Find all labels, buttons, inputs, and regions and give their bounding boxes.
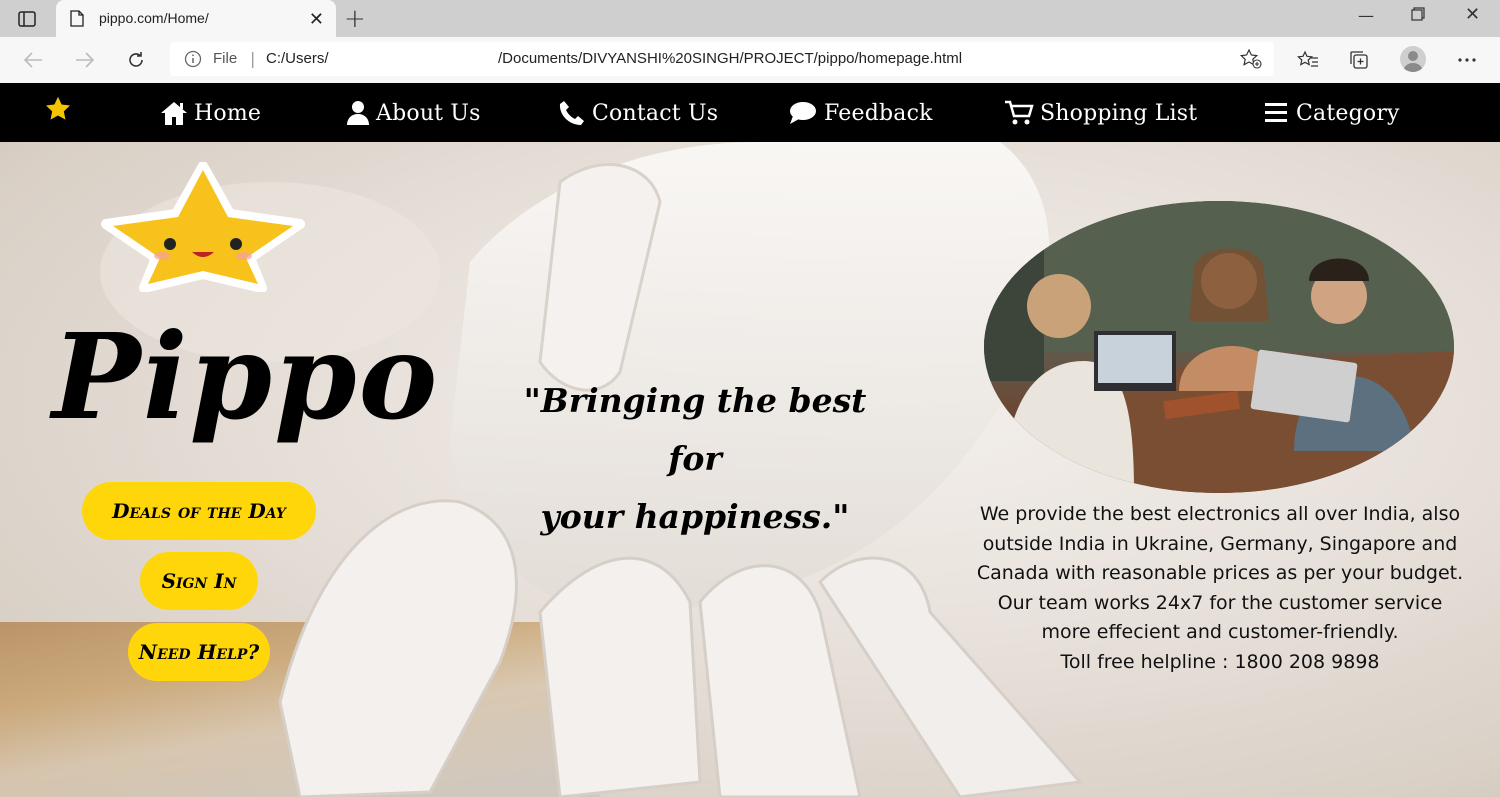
minimize-icon[interactable]: — <box>1358 6 1374 25</box>
mascot-star-logo <box>101 162 305 292</box>
nav-shopping-list-label: Shopping List <box>1040 100 1198 126</box>
browser-tab-bar: pippo.com/Home/ ✕ + — ✕ <box>0 0 1500 37</box>
tagline-line-2: your happiness." <box>540 497 850 536</box>
tab-title: pippo.com/Home/ <box>99 10 209 26</box>
star-icon[interactable] <box>44 95 72 127</box>
about-line: Our team works 24x7 for the customer ser… <box>997 591 1443 614</box>
helpline-line: Toll free helpline : 1800 208 9898 <box>1060 650 1380 673</box>
page-icon <box>70 10 84 31</box>
info-icon[interactable] <box>184 50 202 72</box>
address-bar[interactable]: File | C:/Users/ /Documents/DIVYANSHI%20… <box>170 42 1274 76</box>
deals-of-the-day-button[interactable]: Deals of the Day <box>82 482 316 540</box>
browser-toolbar: File | C:/Users/ /Documents/DIVYANSHI%20… <box>0 37 1500 84</box>
collections-icon[interactable] <box>1346 47 1374 73</box>
about-line: We provide the best electronics all over… <box>979 503 1461 525</box>
close-icon[interactable]: ✕ <box>309 9 324 30</box>
address-separator: | <box>250 49 256 68</box>
nav-about-us[interactable]: About Us <box>346 95 481 131</box>
nav-about-us-label: About Us <box>376 100 481 126</box>
back-icon[interactable] <box>20 47 46 73</box>
hero-section: Pippo Deals of the Day Sign In Need Help… <box>0 142 1500 797</box>
phone-icon <box>558 100 586 126</box>
about-line: Canada with reasonable prices as per you… <box>976 562 1464 585</box>
nav-shopping-list[interactable]: Shopping List <box>1004 95 1197 131</box>
brand-title: Pippo <box>52 307 440 446</box>
browser-tab[interactable]: pippo.com/Home/ ✕ <box>56 0 336 37</box>
scheme-label: File <box>213 50 238 67</box>
home-icon <box>160 100 188 126</box>
restore-icon[interactable] <box>1411 6 1425 25</box>
tagline-line-1: "Bringing the best for <box>523 381 867 478</box>
nav-feedback-label: Feedback <box>824 100 933 126</box>
tab-actions-icon[interactable] <box>10 6 44 32</box>
team-photo <box>984 201 1454 493</box>
window-close-icon[interactable]: ✕ <box>1465 4 1480 25</box>
need-help-button[interactable]: Need Help? <box>128 623 270 681</box>
address-path-end: /Documents/DIVYANSHI%20SINGH/PROJECT/pip… <box>498 50 963 67</box>
tagline: "Bringing the best for your happiness." <box>520 372 870 546</box>
forward-icon[interactable] <box>72 47 98 73</box>
refresh-icon[interactable] <box>123 47 149 73</box>
add-favorite-icon[interactable] <box>1239 48 1262 73</box>
nav-feedback[interactable]: Feedback <box>788 95 933 131</box>
nav-home-label: Home <box>194 100 262 126</box>
about-line: outside India in Ukraine, Germany, Singa… <box>982 532 1458 555</box>
nav-contact-us-label: Contact Us <box>592 100 719 126</box>
about-text: We provide the best electronics all over… <box>970 500 1470 678</box>
address-path-start: C:/Users/ <box>266 50 329 67</box>
favorites-icon[interactable] <box>1294 47 1322 73</box>
sign-in-button[interactable]: Sign In <box>140 552 258 610</box>
cart-icon <box>1004 100 1034 126</box>
nav-home[interactable]: Home <box>160 95 261 131</box>
comment-icon <box>788 100 818 126</box>
nav-category[interactable]: Category <box>1264 95 1400 131</box>
new-tab-icon[interactable]: + <box>344 4 366 34</box>
menu-icon <box>1264 101 1290 125</box>
nav-contact-us[interactable]: Contact Us <box>558 95 718 131</box>
about-line: more effecient and customer-friendly. <box>1041 621 1399 644</box>
user-icon <box>346 100 370 126</box>
site-navbar: Home About Us Contact Us Feedback Shoppi… <box>0 83 1500 142</box>
nav-category-label: Category <box>1296 100 1400 126</box>
profile-icon[interactable] <box>1400 46 1426 72</box>
more-icon[interactable] <box>1453 47 1481 73</box>
